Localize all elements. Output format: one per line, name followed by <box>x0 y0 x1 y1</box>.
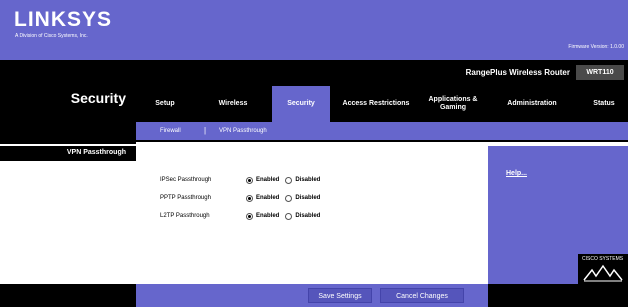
sub-nav: Firewall | VPN Passthrough <box>136 122 628 142</box>
pptp-enabled-radio[interactable] <box>246 194 253 202</box>
subnav-divider <box>136 140 628 142</box>
subnav-separator: | <box>204 126 207 135</box>
ipsec-enabled-option[interactable]: Enabled <box>246 176 280 184</box>
l2tp-disabled-label: Disabled <box>295 213 321 219</box>
tab-administration[interactable]: Administration <box>484 86 580 122</box>
product-bar: RangePlus Wireless Router WRT110 <box>136 60 628 86</box>
ipsec-enabled-radio[interactable] <box>246 176 253 184</box>
l2tp-enabled-option[interactable]: Enabled <box>246 212 280 220</box>
subtab-vpn-passthrough[interactable]: VPN Passthrough <box>219 128 267 134</box>
section-label: VPN Passthrough <box>66 149 126 156</box>
ipsec-disabled-option[interactable]: Disabled <box>285 176 321 184</box>
ipsec-passthrough-row: IPSec Passthrough Enabled Disabled <box>160 174 326 186</box>
ipsec-enabled-label: Enabled <box>256 177 280 183</box>
product-name: RangePlus Wireless Router <box>465 68 570 77</box>
tab-access-restrictions[interactable]: Access Restrictions <box>330 86 422 122</box>
ipsec-disabled-radio[interactable] <box>285 176 293 184</box>
tab-applications-gaming[interactable]: Applications & Gaming <box>422 86 484 122</box>
header-bar: LINKSYS A Division of Cisco Systems, Inc… <box>0 0 628 60</box>
logo-subtitle: A Division of Cisco Systems, Inc. <box>15 33 88 39</box>
help-link[interactable]: Help... <box>506 170 527 177</box>
pptp-disabled-radio[interactable] <box>285 194 293 202</box>
tab-status[interactable]: Status <box>580 86 628 122</box>
model-badge: WRT110 <box>576 65 624 80</box>
cancel-changes-button[interactable]: Cancel Changes <box>380 288 464 303</box>
pptp-passthrough-label: PPTP Passthrough <box>160 195 211 201</box>
page-title-panel: Security <box>0 60 136 144</box>
l2tp-enabled-label: Enabled <box>256 213 280 219</box>
logo-wordmark: LINKSYS <box>14 8 113 31</box>
pptp-enabled-option[interactable]: Enabled <box>246 194 280 202</box>
l2tp-passthrough-row: L2TP Passthrough Enabled Disabled <box>160 210 326 222</box>
tab-security[interactable]: Security <box>272 86 330 122</box>
pptp-passthrough-row: PPTP Passthrough Enabled Disabled <box>160 192 326 204</box>
l2tp-disabled-radio[interactable] <box>285 212 293 220</box>
page-title: Security <box>70 90 126 106</box>
section-label-panel: VPN Passthrough <box>0 146 136 161</box>
pptp-enabled-label: Enabled <box>256 195 280 201</box>
footer-left <box>0 284 136 307</box>
subtab-firewall[interactable]: Firewall <box>160 128 181 134</box>
tab-setup[interactable]: Setup <box>136 86 194 122</box>
vpn-passthrough-form: IPSec Passthrough Enabled Disabled PPTP … <box>136 146 488 284</box>
pptp-disabled-label: Disabled <box>295 195 321 201</box>
save-settings-button[interactable]: Save Settings <box>308 288 372 303</box>
linksys-logo: LINKSYS A Division of Cisco Systems, Inc… <box>14 8 134 44</box>
footer-right <box>488 284 628 307</box>
ipsec-disabled-label: Disabled <box>295 177 321 183</box>
l2tp-passthrough-label: L2TP Passthrough <box>160 213 210 219</box>
help-panel: Help... CISCO SYSTEMS <box>488 146 628 284</box>
ipsec-passthrough-label: IPSec Passthrough <box>160 177 212 183</box>
cisco-logo: CISCO SYSTEMS <box>578 254 628 284</box>
l2tp-disabled-option[interactable]: Disabled <box>285 212 321 220</box>
l2tp-enabled-radio[interactable] <box>246 212 253 220</box>
firmware-version: Firmware Version: 1.0.00 <box>568 44 624 50</box>
main-tabs: Setup Wireless Security Access Restricti… <box>136 86 628 122</box>
tab-wireless[interactable]: Wireless <box>194 86 272 122</box>
cisco-bridge-icon <box>583 264 623 282</box>
pptp-disabled-option[interactable]: Disabled <box>285 194 321 202</box>
